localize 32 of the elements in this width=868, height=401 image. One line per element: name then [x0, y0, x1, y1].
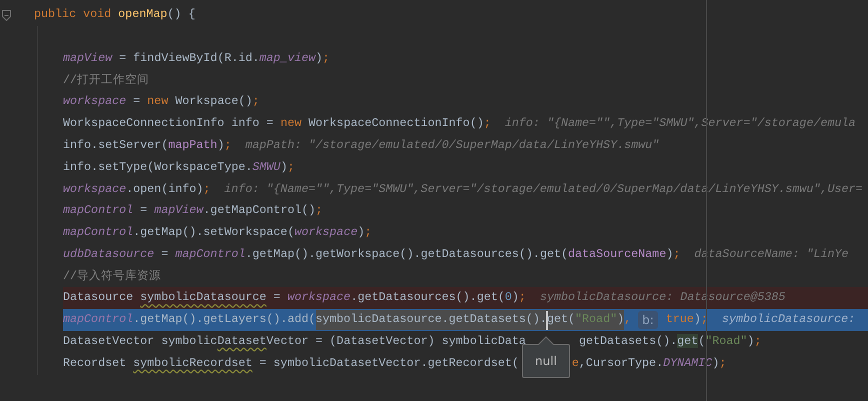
code-text: , [624, 311, 632, 328]
code-text: public void openMap() { [34, 6, 196, 24]
code-text: workspace = new Workspace(); [63, 93, 260, 110]
code-text: mapControl.getMap().getLayers().add( [63, 311, 316, 328]
evaluated-expression: symbolicDatasource.getDatasets(). [316, 310, 547, 330]
code-text: //导入符号库资源 [63, 268, 162, 285]
code-text: Datasource symbolicDatasource = workspace.getDatasources().get(0); [63, 289, 526, 306]
code-text: WorkspaceConnectionInfo info = new WorkspaceConnectionInfo(); [63, 115, 491, 132]
code-text: true); [664, 311, 708, 328]
inline-debug-value: info: "{Name="",Type="SMWU",Server="/storage/emula [504, 115, 856, 132]
code-text: udbDatasource = mapControl.getMap().getWorkspace().getDatasources().get(dataSourceName); [63, 246, 680, 263]
tooltip-arrow-icon [538, 336, 554, 345]
inline-debug-value: dataSourceName: "LinYe [694, 246, 849, 263]
fold-icon[interactable] [2, 10, 11, 21]
code-text: mapControl = mapView.getMapControl(); [63, 202, 323, 220]
code-text: mapView = findViewById(R.id.map_view); [63, 50, 330, 67]
parameter-hint: b: [638, 311, 658, 330]
code-text: workspace.open(info); [63, 180, 210, 198]
inline-debug-value: info: "{Name="",Type="SMWU",Server="/storage/emulated/0/SuperMap/data/LinYeYHSY.smwu",User= [224, 180, 863, 198]
code-text: Recordset symbolicRecordset = symbolicDatasetVector.getRecordset( [63, 354, 519, 372]
code-text: //打开工作空间 [63, 72, 150, 89]
code-text: mapControl.getMap().setWorkspace(workspace); [63, 224, 372, 242]
code-text: e,CursorType.DYNAMIC); [572, 354, 726, 372]
code-text: info.setType(WorkspaceType.SMWU); [63, 158, 294, 176]
value-tooltip: null [522, 344, 570, 378]
inline-debug-value: symbolicDatasource: Datasource@5385 [540, 289, 786, 306]
inline-debug-value: symbolicDatasource: [722, 311, 856, 328]
evaluated-expression: get("Road") [546, 310, 624, 330]
code-text: info.setServer(mapPath); [63, 136, 232, 154]
inline-debug-value: mapPath: "/storage/emulated/0/SuperMap/data/LinYeYHSY.smwu" [245, 136, 660, 154]
code-text: getDatasets().get("Road"); [578, 333, 762, 350]
text-cursor [546, 310, 548, 330]
